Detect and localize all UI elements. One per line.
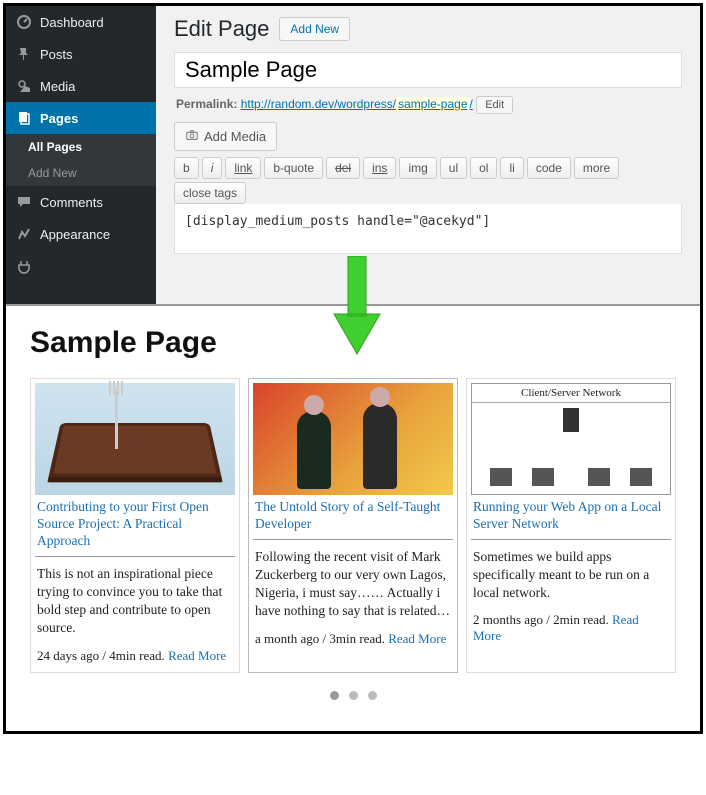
post-title: The Untold Story of a Self-Taught Develo… (253, 495, 453, 540)
carousel-dot[interactable] (368, 691, 377, 700)
sidebar-item-dashboard[interactable]: Dashboard (6, 6, 156, 38)
camera-icon (185, 128, 199, 145)
post-excerpt: This is not an inspirational piece tryin… (35, 565, 235, 638)
sidebar-item-comments[interactable]: Comments (6, 186, 156, 218)
dashboard-icon (16, 14, 32, 30)
media-icon (16, 78, 32, 94)
post-card: The Untold Story of a Self-Taught Develo… (248, 378, 458, 673)
permalink-slug: sample-page (396, 97, 469, 111)
add-media-button[interactable]: Add Media (174, 122, 277, 151)
sidebar-subitem-allpages[interactable]: All Pages (6, 134, 156, 160)
sidebar-label: Comments (40, 195, 103, 210)
read-more-link[interactable]: Read More (388, 631, 446, 646)
quicktag-b[interactable]: b (174, 157, 199, 179)
quicktag-del[interactable]: del (326, 157, 360, 179)
quicktag-li[interactable]: li (500, 157, 523, 179)
permalink-row: Permalink: http://random.dev/wordpress/s… (174, 88, 682, 122)
post-thumbnail: Client/Server Network (471, 383, 671, 495)
appearance-icon (16, 226, 32, 242)
post-title-input[interactable] (174, 52, 682, 88)
arrow-down-icon (326, 256, 386, 366)
page-heading: Edit Page (174, 16, 269, 42)
content-editor[interactable]: [display_medium_posts handle="@acekyd"] (174, 204, 682, 254)
post-title-link[interactable]: Running your Web App on a Local Server N… (473, 499, 661, 531)
sidebar-label: Media (40, 79, 75, 94)
post-thumbnail (253, 383, 453, 495)
carousel-dots (30, 673, 676, 711)
sidebar-label: Pages (40, 111, 78, 126)
permalink-label: Permalink: (176, 97, 237, 111)
comments-icon (16, 194, 32, 210)
quicktag-img[interactable]: img (399, 157, 436, 179)
page-header: Edit Page Add New (174, 16, 682, 42)
admin-sidebar: Dashboard Posts Media Pages All Pages Ad… (6, 6, 156, 304)
post-meta: 2 months ago / 2min read. Read More (471, 612, 671, 648)
post-card: Client/Server Network Running your Web A… (466, 378, 676, 673)
post-excerpt: Following the recent visit of Mark Zucke… (253, 548, 453, 621)
post-title: Contributing to your First Open Source P… (35, 495, 235, 557)
posts-carousel: Contributing to your First Open Source P… (30, 378, 676, 673)
sidebar-subitem-addnew[interactable]: Add New (6, 160, 156, 186)
sidebar-item-appearance[interactable]: Appearance (6, 218, 156, 250)
sidebar-item-pages[interactable]: Pages (6, 102, 156, 134)
post-card: Contributing to your First Open Source P… (30, 378, 240, 673)
sidebar-label: Posts (40, 47, 73, 62)
post-meta: 24 days ago / 4min read. Read More (35, 648, 235, 668)
composite-screenshot: Dashboard Posts Media Pages All Pages Ad… (3, 3, 703, 734)
quicktags-toolbar: b i link b-quote del ins img ul ol li co… (174, 157, 682, 204)
thumbnail-caption: Client/Server Network (472, 384, 670, 403)
quicktag-ul[interactable]: ul (440, 157, 467, 179)
admin-main: Edit Page Add New Permalink: http://rand… (156, 6, 700, 304)
quicktag-ol[interactable]: ol (470, 157, 497, 179)
quicktag-more[interactable]: more (574, 157, 619, 179)
permalink-link[interactable]: http://random.dev/wordpress/sample-page/ (241, 97, 473, 111)
sidebar-label: Dashboard (40, 15, 104, 30)
carousel-dot[interactable] (330, 691, 339, 700)
plugins-icon (16, 258, 32, 274)
permalink-edit-button[interactable]: Edit (476, 96, 513, 114)
post-title-link[interactable]: Contributing to your First Open Source P… (37, 499, 209, 548)
add-new-button[interactable]: Add New (279, 17, 350, 41)
post-thumbnail (35, 383, 235, 495)
add-media-label: Add Media (204, 129, 266, 144)
post-title-link[interactable]: The Untold Story of a Self-Taught Develo… (255, 499, 440, 531)
read-more-link[interactable]: Read More (168, 648, 226, 663)
pin-icon (16, 46, 32, 62)
sidebar-label: Appearance (40, 227, 110, 242)
sidebar-item-truncated[interactable] (6, 250, 156, 276)
quicktag-link[interactable]: link (225, 157, 261, 179)
sidebar-item-posts[interactable]: Posts (6, 38, 156, 70)
quicktag-code[interactable]: code (527, 157, 571, 179)
quicktag-bquote[interactable]: b-quote (264, 157, 323, 179)
carousel-dot[interactable] (349, 691, 358, 700)
quicktag-i[interactable]: i (202, 157, 223, 179)
post-meta: a month ago / 3min read. Read More (253, 631, 453, 651)
sidebar-item-media[interactable]: Media (6, 70, 156, 102)
quicktag-ins[interactable]: ins (363, 157, 396, 179)
post-excerpt: Sometimes we build apps specifically mea… (471, 548, 671, 603)
post-title: Running your Web App on a Local Server N… (471, 495, 671, 540)
quicktag-close[interactable]: close tags (174, 182, 246, 204)
pages-icon (16, 110, 32, 126)
frontend-preview: Sample Page Contributing to your First O… (6, 306, 700, 731)
